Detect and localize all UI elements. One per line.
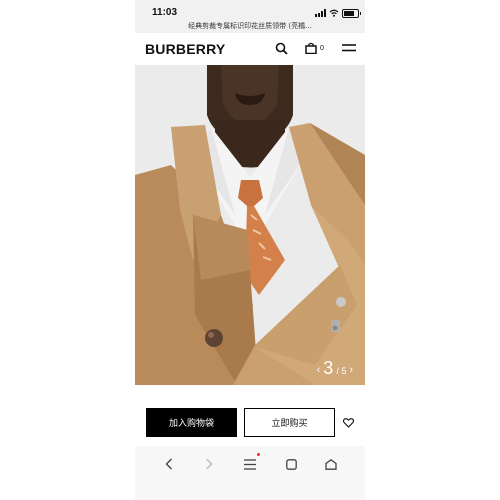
prev-image-button[interactable]: ‹ (317, 363, 321, 377)
tabs-icon (285, 458, 297, 470)
search-icon (275, 42, 288, 55)
search-button[interactable] (275, 41, 288, 55)
home-button[interactable] (323, 456, 339, 472)
back-button[interactable] (161, 456, 177, 472)
brand-logo[interactable]: BURBERRY (145, 41, 225, 57)
browser-menu-button[interactable] (242, 453, 260, 472)
forward-button[interactable] (201, 456, 217, 472)
heart-icon (342, 418, 355, 428)
current-image-number: 3 (323, 358, 334, 378)
home-icon (325, 458, 337, 470)
browser-bottom-nav (135, 446, 365, 500)
add-to-bag-button[interactable]: 加入购物袋 (146, 408, 237, 437)
shopping-bag-button[interactable]: 0 (305, 41, 324, 55)
signal-icon (315, 9, 326, 17)
buy-now-button[interactable]: 立即购买 (244, 408, 335, 437)
wifi-icon (329, 9, 339, 17)
tabs-button[interactable] (283, 456, 299, 472)
purchase-actions: 加入购物袋 立即购买 (135, 398, 365, 438)
gallery-pager: ‹ 3 / 5 › (317, 359, 353, 377)
bag-count: 0 (320, 44, 324, 52)
status-icons (315, 7, 361, 19)
total-images: / 5 (336, 366, 347, 376)
page-title: 经典剪裁专属标识印花丝质领带 (亮橘... (188, 22, 312, 30)
battery-icon (342, 8, 361, 18)
menu-lines-icon (244, 458, 256, 470)
notification-dot (257, 453, 260, 456)
menu-icon (342, 44, 356, 52)
next-image-button[interactable]: › (349, 363, 353, 377)
phone-screen: 11:03 经典剪裁专属标识印花丝质领带 (亮橘... BURBERRY 0 ‹… (135, 0, 365, 500)
menu-button[interactable] (342, 41, 356, 55)
forward-icon (206, 458, 213, 470)
browser-url-bar[interactable]: 经典剪裁专属标识印花丝质领带 (亮橘... (135, 19, 365, 33)
favorite-button[interactable] (342, 415, 355, 433)
back-icon (165, 458, 172, 470)
product-image-carousel[interactable]: ‹ 3 / 5 › (135, 65, 365, 385)
status-time: 11:03 (152, 7, 178, 18)
shopping-bag-icon (305, 42, 317, 54)
product-image (135, 65, 365, 385)
site-header: BURBERRY 0 (135, 33, 365, 63)
